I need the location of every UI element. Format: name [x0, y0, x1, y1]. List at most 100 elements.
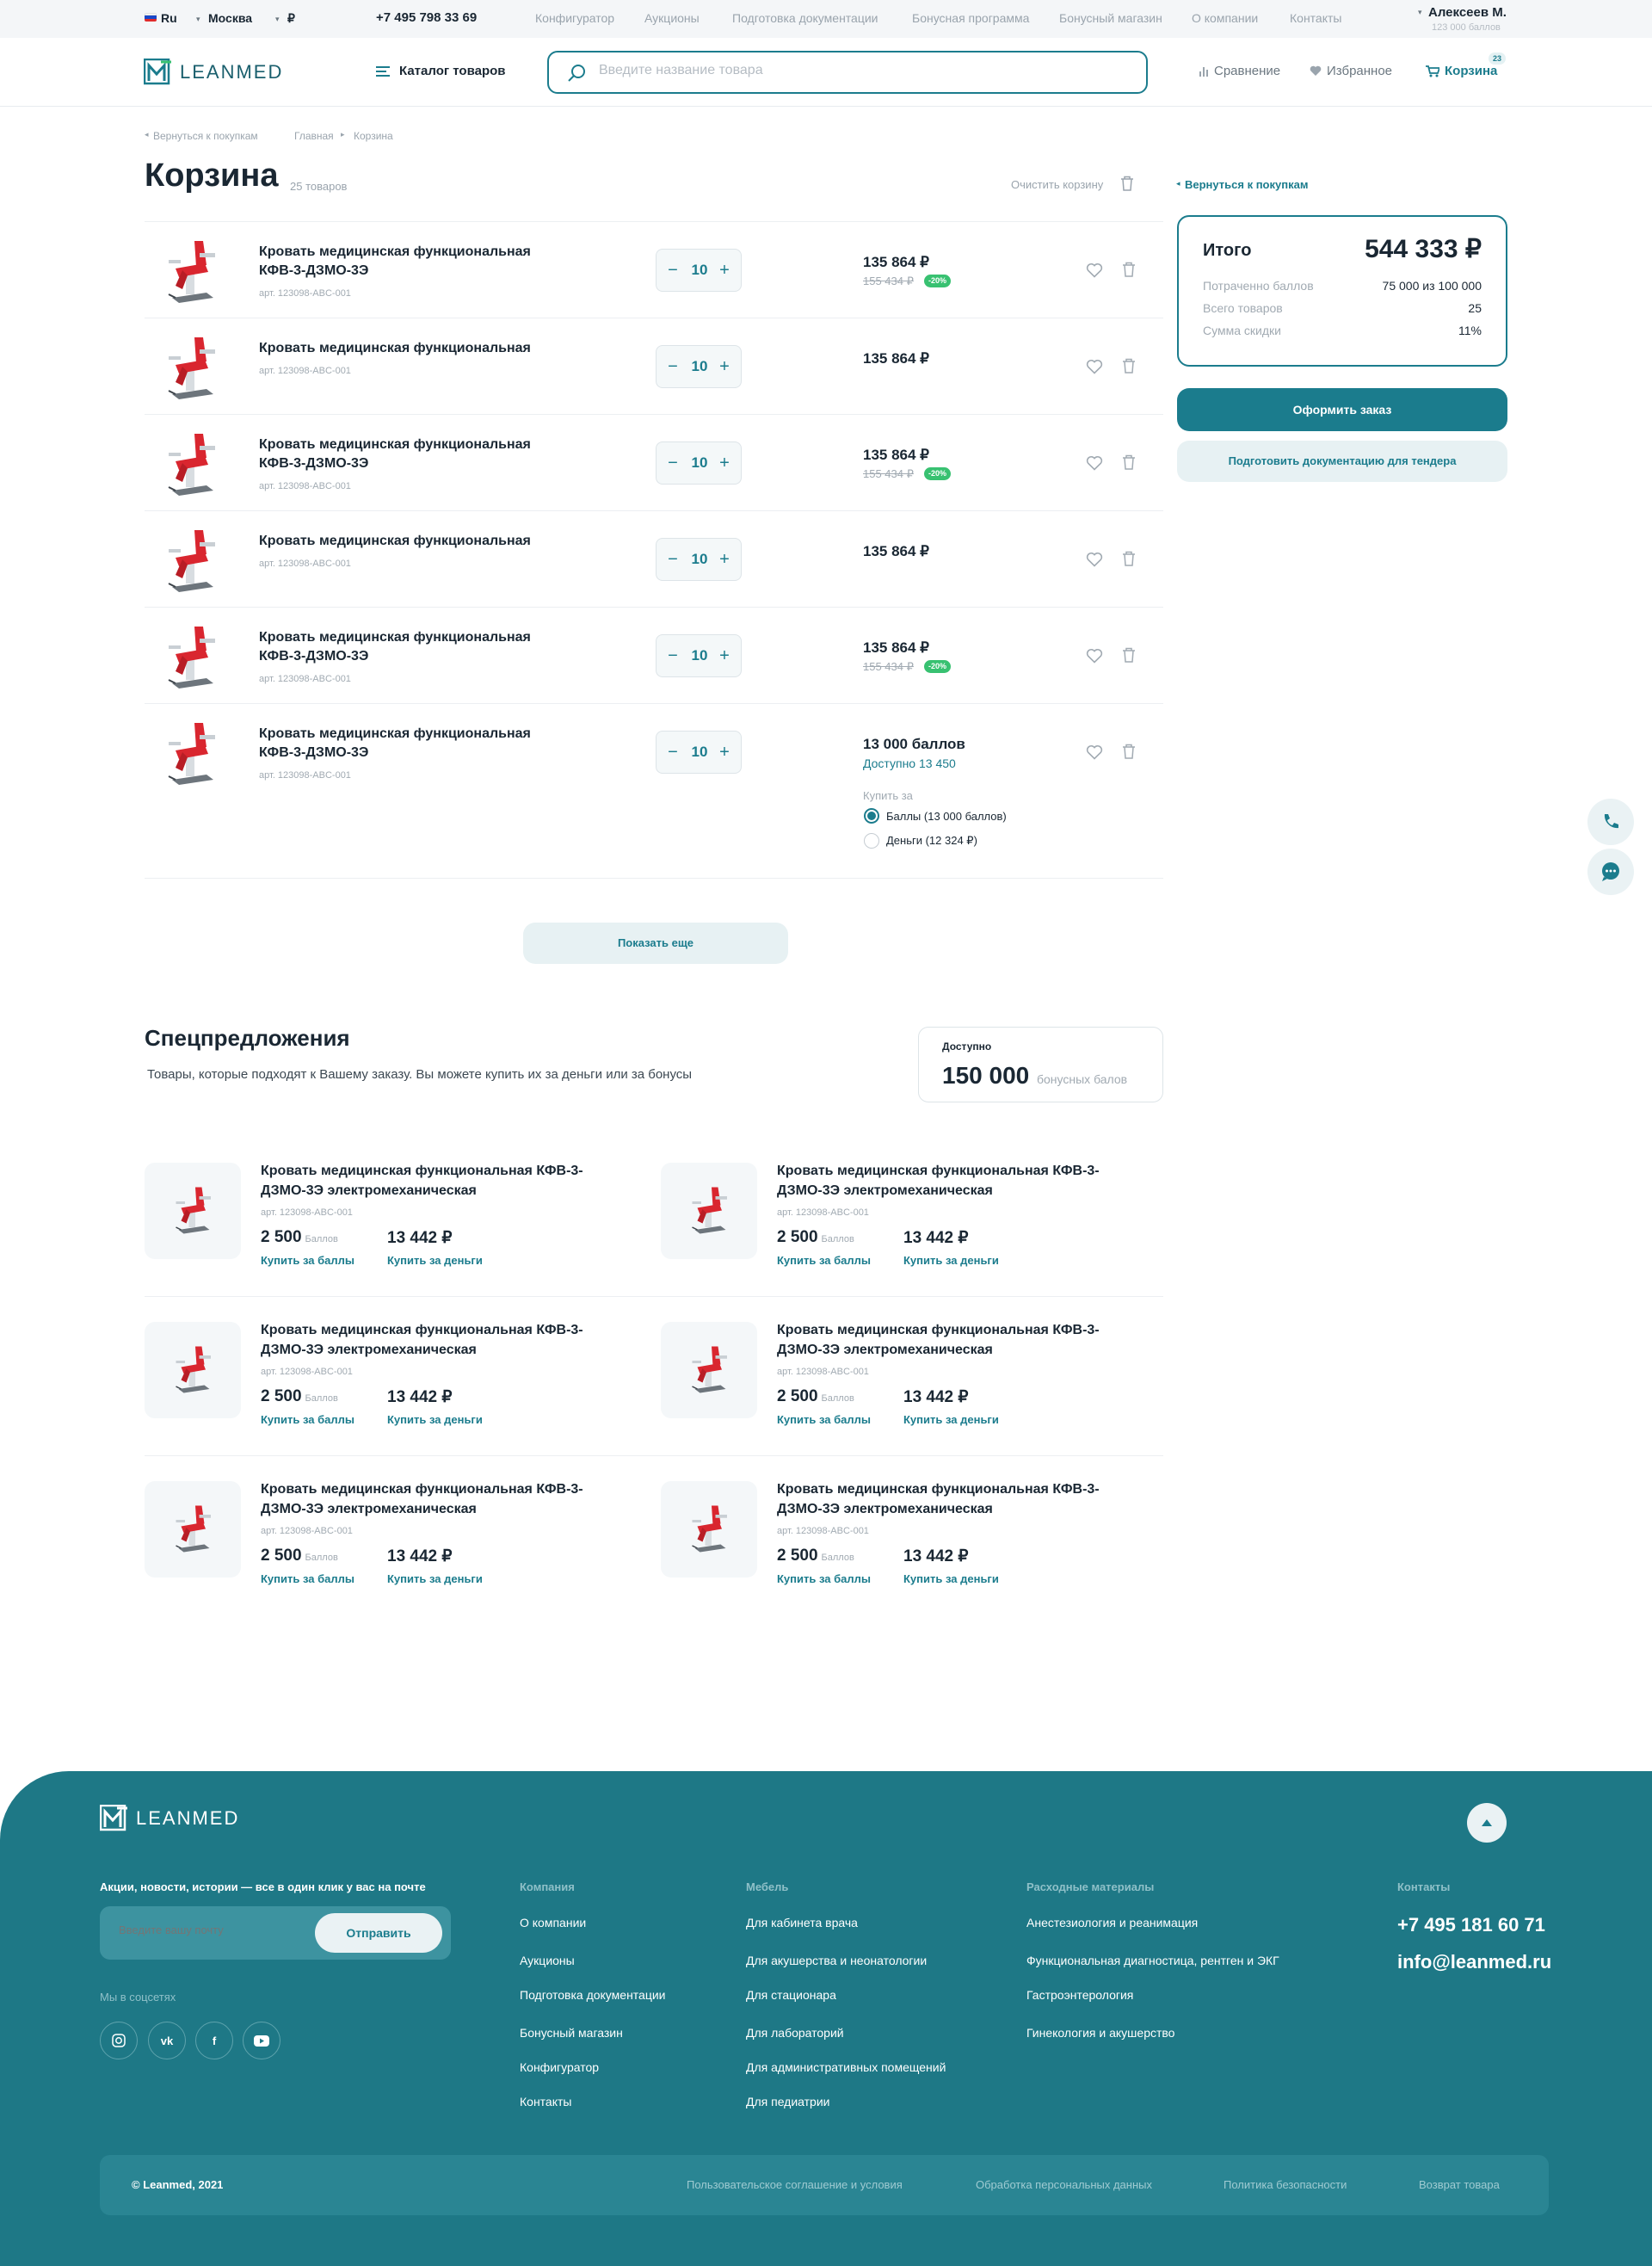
facebook-icon[interactable]: f [195, 2022, 233, 2059]
nav-bonus-shop[interactable]: Бонусный магазин [1059, 11, 1162, 25]
city-selector[interactable]: Москва [208, 11, 252, 25]
subscribe-button[interactable]: Отправить [315, 1913, 442, 1953]
legal-terms[interactable]: Пользовательское соглашение и условия [687, 2178, 903, 2191]
buy-for-points-link[interactable]: Купить за баллы [261, 1413, 354, 1426]
quantity-value[interactable]: 10 [682, 262, 717, 279]
buy-for-points-link[interactable]: Купить за баллы [777, 1572, 871, 1585]
buy-for-money-link[interactable]: Купить за деньги [903, 1254, 999, 1267]
footer-link-consumables[interactable]: Гастроэнтерология [1026, 1988, 1133, 2002]
chat-button[interactable] [1587, 849, 1634, 895]
buy-for-money-link[interactable]: Купить за деньги [903, 1413, 999, 1426]
increase-button[interactable]: + [715, 549, 734, 570]
legal-returns[interactable]: Возврат товара [1419, 2178, 1500, 2191]
footer-link-furniture[interactable]: Для стационара [746, 1988, 836, 2002]
footer-link-furniture[interactable]: Для акушерства и неонатологии [746, 1954, 927, 1967]
favorite-icon[interactable] [1086, 648, 1103, 664]
offer-image[interactable] [145, 1481, 241, 1578]
footer-link-company[interactable]: Конфигуратор [520, 2060, 599, 2074]
nav-documentation[interactable]: Подготовка документации [732, 11, 878, 25]
quantity-value[interactable]: 10 [682, 454, 717, 472]
product-name[interactable]: Кровать медицинская функциональная КФВ-3… [259, 725, 569, 763]
nav-contacts[interactable]: Контакты [1290, 11, 1341, 25]
product-image-wrap[interactable] [157, 330, 225, 403]
decrease-button[interactable]: − [663, 260, 682, 281]
search-input[interactable] [599, 63, 1115, 78]
product-image-wrap[interactable] [157, 620, 225, 692]
increase-button[interactable]: + [715, 742, 734, 763]
product-name[interactable]: Кровать медицинская функциональная КФВ-3… [259, 435, 569, 473]
show-more-button[interactable]: Показать еще [523, 923, 788, 964]
nav-auctions[interactable]: Аукционы [644, 11, 700, 25]
delete-icon[interactable] [1122, 744, 1136, 759]
offer-image[interactable] [145, 1163, 241, 1259]
footer-link-furniture[interactable]: Для кабинета врача [746, 1916, 858, 1929]
footer-link-company[interactable]: О компании [520, 1916, 586, 1929]
decrease-button[interactable]: − [663, 549, 682, 570]
offer-name[interactable]: Кровать медицинская функциональная КФВ-3… [777, 1320, 1156, 1360]
decrease-button[interactable]: − [663, 742, 682, 763]
footer-link-furniture[interactable]: Для административных помещений [746, 2060, 946, 2074]
footer-link-furniture[interactable]: Для педиатрии [746, 2095, 830, 2109]
product-image-wrap[interactable] [157, 716, 225, 788]
footer-link-company[interactable]: Аукционы [520, 1954, 575, 1967]
pay-with-points-radio[interactable]: Баллы (13 000 баллов) [864, 808, 1007, 824]
nav-configurator[interactable]: Конфигуратор [535, 11, 614, 25]
increase-button[interactable]: + [715, 453, 734, 473]
compare-link[interactable]: Сравнение [1199, 64, 1280, 78]
checkout-button[interactable]: Оформить заказ [1177, 388, 1507, 431]
logo[interactable] [144, 59, 173, 86]
product-image-wrap[interactable] [157, 427, 225, 499]
delete-icon[interactable] [1122, 262, 1136, 277]
quantity-value[interactable]: 10 [682, 647, 717, 664]
email-input[interactable] [119, 1923, 308, 1936]
pay-with-money-radio[interactable]: Деньги (12 324 ₽) [864, 833, 977, 849]
header-phone[interactable]: +7 495 798 33 69 [376, 10, 477, 25]
nav-bonus-program[interactable]: Бонусная программа [912, 11, 1029, 25]
quantity-value[interactable]: 10 [682, 744, 717, 761]
buy-for-money-link[interactable]: Купить за деньги [387, 1254, 483, 1267]
decrease-button[interactable]: − [663, 453, 682, 473]
clear-cart-button[interactable]: Очистить корзину [1011, 178, 1103, 191]
call-button[interactable] [1587, 799, 1634, 845]
footer-link-consumables[interactable]: Функциональная диагностица, рентген и ЭК… [1026, 1954, 1279, 1967]
buy-for-money-link[interactable]: Купить за деньги [903, 1572, 999, 1585]
scroll-top-button[interactable] [1467, 1803, 1507, 1843]
footer-link-consumables[interactable]: Анестезиология и реанимация [1026, 1916, 1198, 1929]
legal-personal-data[interactable]: Обработка персональных данных [976, 2178, 1152, 2191]
legal-security[interactable]: Политика безопасности [1224, 2178, 1347, 2191]
favorite-icon[interactable] [1086, 359, 1103, 374]
decrease-button[interactable]: − [663, 356, 682, 377]
offer-image[interactable] [145, 1322, 241, 1418]
youtube-icon[interactable] [243, 2022, 280, 2059]
favorite-icon[interactable] [1086, 262, 1103, 278]
buy-for-points-link[interactable]: Купить за баллы [261, 1254, 354, 1267]
instagram-icon[interactable] [100, 2022, 138, 2059]
product-name[interactable]: Кровать медицинская функциональная КФВ-3… [259, 628, 569, 666]
offer-name[interactable]: Кровать медицинская функциональная КФВ-3… [261, 1479, 639, 1519]
cart-link[interactable]: Корзина [1426, 64, 1497, 78]
footer-link-company[interactable]: Контакты [520, 2095, 571, 2109]
quantity-value[interactable]: 10 [682, 358, 717, 375]
product-image-wrap[interactable] [157, 523, 225, 596]
delete-icon[interactable] [1122, 358, 1136, 374]
catalog-button[interactable]: Каталог товаров [375, 64, 506, 78]
summary-back-link[interactable]: Вернуться к покупкам [1185, 178, 1308, 191]
offer-name[interactable]: Кровать медицинская функциональная КФВ-3… [777, 1161, 1156, 1201]
offer-name[interactable]: Кровать медицинская функциональная КФВ-3… [261, 1161, 639, 1201]
quantity-value[interactable]: 10 [682, 551, 717, 568]
buy-for-money-link[interactable]: Купить за деньги [387, 1413, 483, 1426]
footer-email[interactable]: info@leanmed.ru [1397, 1951, 1551, 1973]
product-name[interactable]: Кровать медицинская функциональная [259, 339, 569, 358]
footer-link-company[interactable]: Бонусный магазин [520, 2026, 623, 2040]
increase-button[interactable]: + [715, 260, 734, 281]
buy-for-points-link[interactable]: Купить за баллы [777, 1413, 871, 1426]
delete-icon[interactable] [1122, 454, 1136, 470]
offer-image[interactable] [661, 1163, 757, 1259]
increase-button[interactable]: + [715, 356, 734, 377]
delete-icon[interactable] [1122, 551, 1136, 566]
buy-for-points-link[interactable]: Купить за баллы [261, 1572, 354, 1585]
vk-icon[interactable]: vk [148, 2022, 186, 2059]
tender-docs-button[interactable]: Подготовить документацию для тендера [1177, 441, 1507, 482]
currency-selector[interactable]: ₽ [287, 11, 295, 26]
buy-for-money-link[interactable]: Купить за деньги [387, 1572, 483, 1585]
